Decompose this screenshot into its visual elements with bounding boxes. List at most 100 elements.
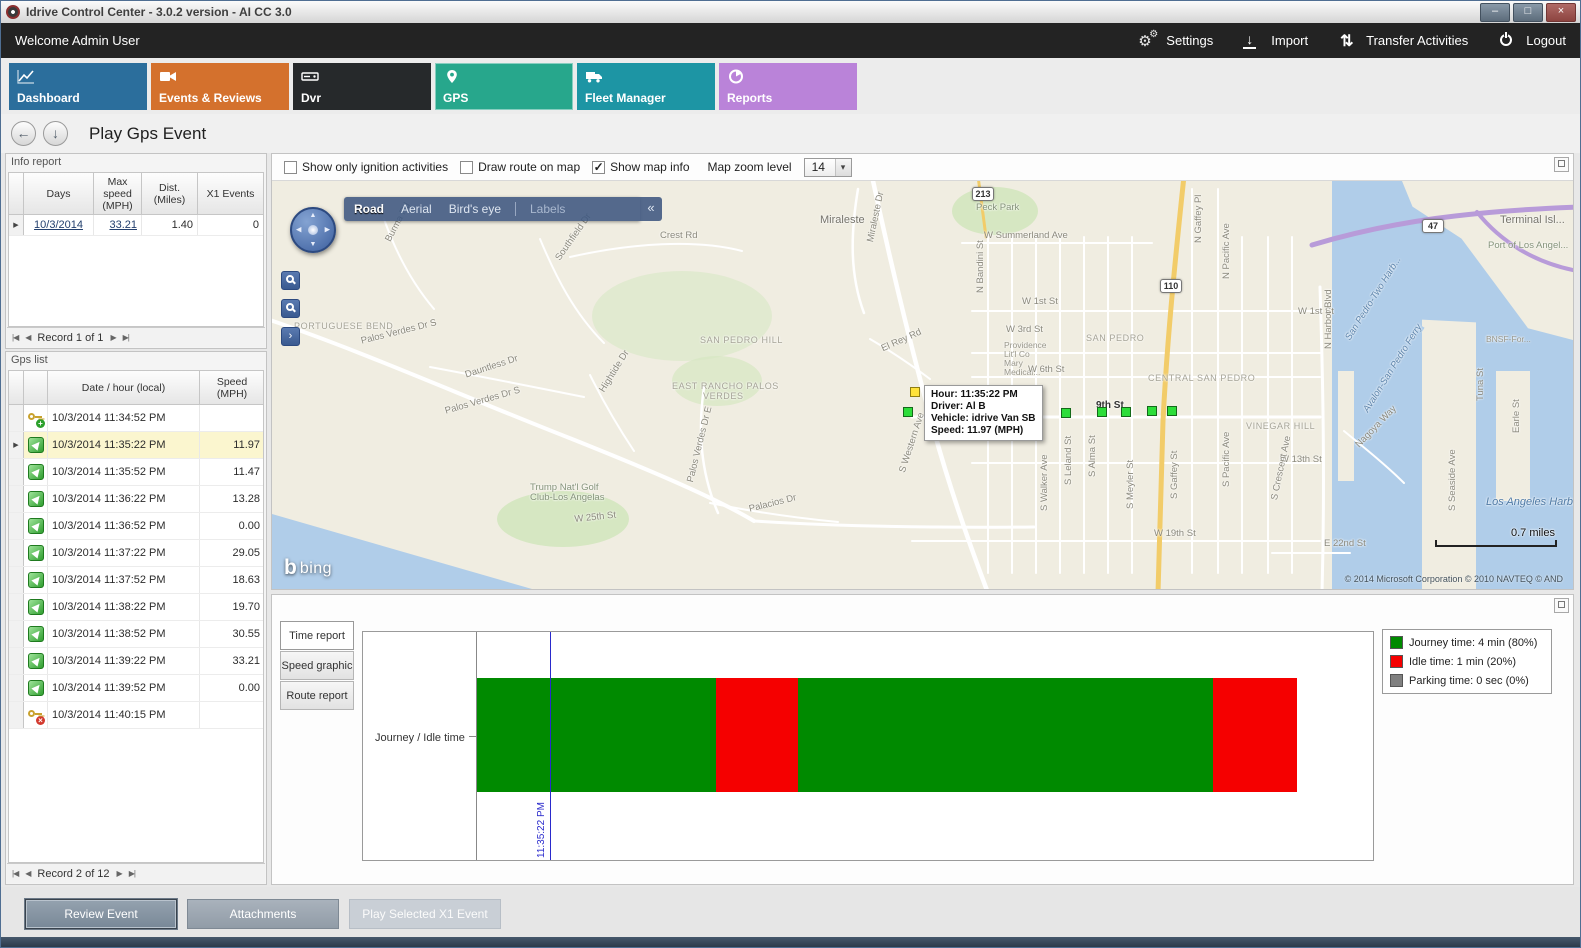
route-point-marker[interactable] bbox=[1097, 407, 1107, 417]
gps-date: 10/3/2014 11:36:22 PM bbox=[48, 486, 200, 512]
pan-up-icon[interactable]: ▲ bbox=[310, 212, 317, 219]
info-report-title: Info report bbox=[6, 154, 266, 173]
bing-logo[interactable]: b bing bbox=[284, 559, 332, 577]
logout-button[interactable]: Logout bbox=[1498, 32, 1566, 50]
first-page-button[interactable]: |◀ bbox=[12, 869, 18, 878]
day-link[interactable]: 10/3/2014 bbox=[24, 215, 94, 235]
selected-point-marker[interactable] bbox=[910, 387, 920, 397]
gps-list-row[interactable]: ▶10/3/2014 11:35:22 PM11.97 bbox=[9, 432, 263, 459]
tab-route-report[interactable]: Route report bbox=[280, 681, 354, 710]
checkbox-draw-route-on-map[interactable]: Draw route on map bbox=[460, 160, 580, 174]
map-mode-bird-s-eye[interactable]: Bird's eye bbox=[449, 202, 501, 216]
zoom-out-button[interactable] bbox=[281, 299, 300, 318]
info-report-row[interactable]: ▶10/3/201433.211.400 bbox=[9, 215, 263, 236]
row-indicator bbox=[9, 405, 24, 431]
collapse-panel-button[interactable] bbox=[1554, 598, 1569, 613]
transfer-arrows-icon: ⇅ bbox=[1338, 32, 1358, 50]
scale-bar bbox=[1435, 540, 1557, 547]
attachments-button[interactable]: Attachments bbox=[187, 899, 339, 929]
pan-down-icon[interactable]: ▼ bbox=[310, 241, 317, 248]
pan-left-icon[interactable]: ◀ bbox=[296, 227, 301, 234]
nav-tile-dvr[interactable]: Dvr bbox=[293, 63, 431, 110]
last-page-button[interactable]: ▶| bbox=[123, 333, 129, 342]
nav-tile-events[interactable]: Events & Reviews bbox=[151, 63, 289, 110]
prev-page-button[interactable]: ◀ bbox=[25, 869, 30, 878]
back-button[interactable]: ← bbox=[11, 121, 36, 146]
gps-list-row[interactable]: 10/3/2014 11:39:22 PM33.21 bbox=[9, 648, 263, 675]
import-button[interactable]: ↓Import bbox=[1243, 32, 1308, 50]
route-point-marker[interactable] bbox=[1121, 407, 1131, 417]
review-event-button[interactable]: Review Event bbox=[25, 899, 177, 929]
gps-point-icon bbox=[28, 572, 44, 588]
map-label: Los Angeles Harb... bbox=[1486, 497, 1573, 507]
nav-tile-gps[interactable]: GPS bbox=[435, 63, 573, 110]
route-point-marker[interactable] bbox=[1061, 408, 1071, 418]
minimize-button[interactable]: – bbox=[1480, 3, 1510, 22]
gps-list-row[interactable]: ×10/3/2014 11:40:15 PM bbox=[9, 702, 263, 729]
compass-center[interactable] bbox=[308, 225, 318, 235]
map-panel: Show only ignition activities Draw route … bbox=[271, 153, 1574, 590]
next-page-button[interactable]: ▶ bbox=[117, 869, 122, 878]
row-indicator bbox=[9, 540, 24, 566]
checkbox-label: Show only ignition activities bbox=[302, 160, 448, 174]
nav-tile-reports[interactable]: Reports bbox=[719, 63, 857, 110]
pan-right-icon[interactable]: ▶ bbox=[325, 227, 330, 234]
route-point-marker[interactable] bbox=[1167, 406, 1177, 416]
map-mode-road[interactable]: Road bbox=[354, 202, 384, 216]
gps-date: 10/3/2014 11:36:52 PM bbox=[48, 513, 200, 539]
gps-list-row[interactable]: 10/3/2014 11:35:52 PM11.47 bbox=[9, 459, 263, 486]
checkbox-show-only-ignition-activities[interactable]: Show only ignition activities bbox=[284, 160, 448, 174]
tab-time-report[interactable]: Time report bbox=[280, 621, 354, 650]
gps-point-icon bbox=[28, 491, 44, 507]
collapse-map-bar-button[interactable]: « bbox=[640, 197, 662, 221]
bar-segment-idle bbox=[716, 678, 798, 792]
settings-button[interactable]: ⚙⚙Settings bbox=[1138, 32, 1213, 50]
expand-controls-button[interactable]: › bbox=[281, 327, 300, 346]
zoom-in-button[interactable] bbox=[281, 271, 300, 290]
info-report-pager: |◀ ◀ Record 1 of 1 ▶ ▶| bbox=[7, 327, 265, 347]
gps-row-icon-cell bbox=[24, 594, 48, 620]
zoom-level-select[interactable]: 14 ▾ bbox=[804, 158, 852, 177]
gps-list-row[interactable]: +10/3/2014 11:34:52 PM bbox=[9, 405, 263, 432]
gps-date: 10/3/2014 11:37:22 PM bbox=[48, 540, 200, 566]
top-actions: ⚙⚙Settings ↓Import ⇅Transfer Activities Log… bbox=[1138, 32, 1566, 50]
row-indicator bbox=[9, 648, 24, 674]
checkbox-show-map-info[interactable]: ✓Show map info bbox=[592, 160, 689, 174]
gps-date: 10/3/2014 11:39:22 PM bbox=[48, 648, 200, 674]
max-speed-link[interactable]: 33.21 bbox=[94, 215, 142, 235]
first-page-button[interactable]: |◀ bbox=[12, 333, 18, 342]
maximize-button[interactable]: □ bbox=[1513, 3, 1543, 22]
gps-date: 10/3/2014 11:37:52 PM bbox=[48, 567, 200, 593]
tab-speed-graphic[interactable]: Speed graphic bbox=[280, 651, 354, 680]
gps-list-row[interactable]: 10/3/2014 11:36:22 PM13.28 bbox=[9, 486, 263, 513]
gps-row-icon-cell bbox=[24, 648, 48, 674]
close-button[interactable]: × bbox=[1546, 3, 1576, 22]
gps-list-row[interactable]: 10/3/2014 11:38:52 PM30.55 bbox=[9, 621, 263, 648]
gps-column-header bbox=[9, 371, 24, 405]
map-mode-labels[interactable]: Labels bbox=[515, 202, 565, 216]
map-pan-compass[interactable]: ▲ ▼ ◀ ▶ bbox=[290, 207, 336, 253]
nav-tile-fleet[interactable]: Fleet Manager bbox=[577, 63, 715, 110]
route-point-marker[interactable] bbox=[1147, 406, 1157, 416]
gps-list-title: Gps list bbox=[6, 352, 266, 371]
map-mode-aerial[interactable]: Aerial bbox=[401, 202, 432, 216]
row-indicator bbox=[9, 459, 24, 485]
collapse-panel-button[interactable] bbox=[1554, 157, 1569, 172]
next-page-button[interactable]: ▶ bbox=[110, 333, 115, 342]
last-page-button[interactable]: ▶| bbox=[129, 869, 135, 878]
gps-list-row[interactable]: 10/3/2014 11:36:52 PM0.00 bbox=[9, 513, 263, 540]
gps-list-row[interactable]: 10/3/2014 11:39:52 PM0.00 bbox=[9, 675, 263, 702]
play-x1-button: Play Selected X1 Event bbox=[349, 899, 501, 929]
transfer-button[interactable]: ⇅Transfer Activities bbox=[1338, 32, 1468, 50]
gps-list-row[interactable]: 10/3/2014 11:38:22 PM19.70 bbox=[9, 594, 263, 621]
gps-list-row[interactable]: 10/3/2014 11:37:52 PM18.63 bbox=[9, 567, 263, 594]
chevron-down-icon: ▾ bbox=[835, 159, 851, 176]
map-label: Terminal Isl... bbox=[1500, 215, 1565, 225]
down-button[interactable]: ↓ bbox=[43, 121, 68, 146]
nav-tile-dashboard[interactable]: Dashboard bbox=[9, 63, 147, 110]
prev-page-button[interactable]: ◀ bbox=[25, 333, 30, 342]
record-counter: Record 2 of 12 bbox=[37, 868, 109, 880]
gps-list-row[interactable]: 10/3/2014 11:37:22 PM29.05 bbox=[9, 540, 263, 567]
map-canvas[interactable]: Road Aerial Bird's eye Labels « ▲ ▼ ◀ ▶ › b… bbox=[272, 181, 1573, 589]
route-point-marker[interactable] bbox=[903, 407, 913, 417]
